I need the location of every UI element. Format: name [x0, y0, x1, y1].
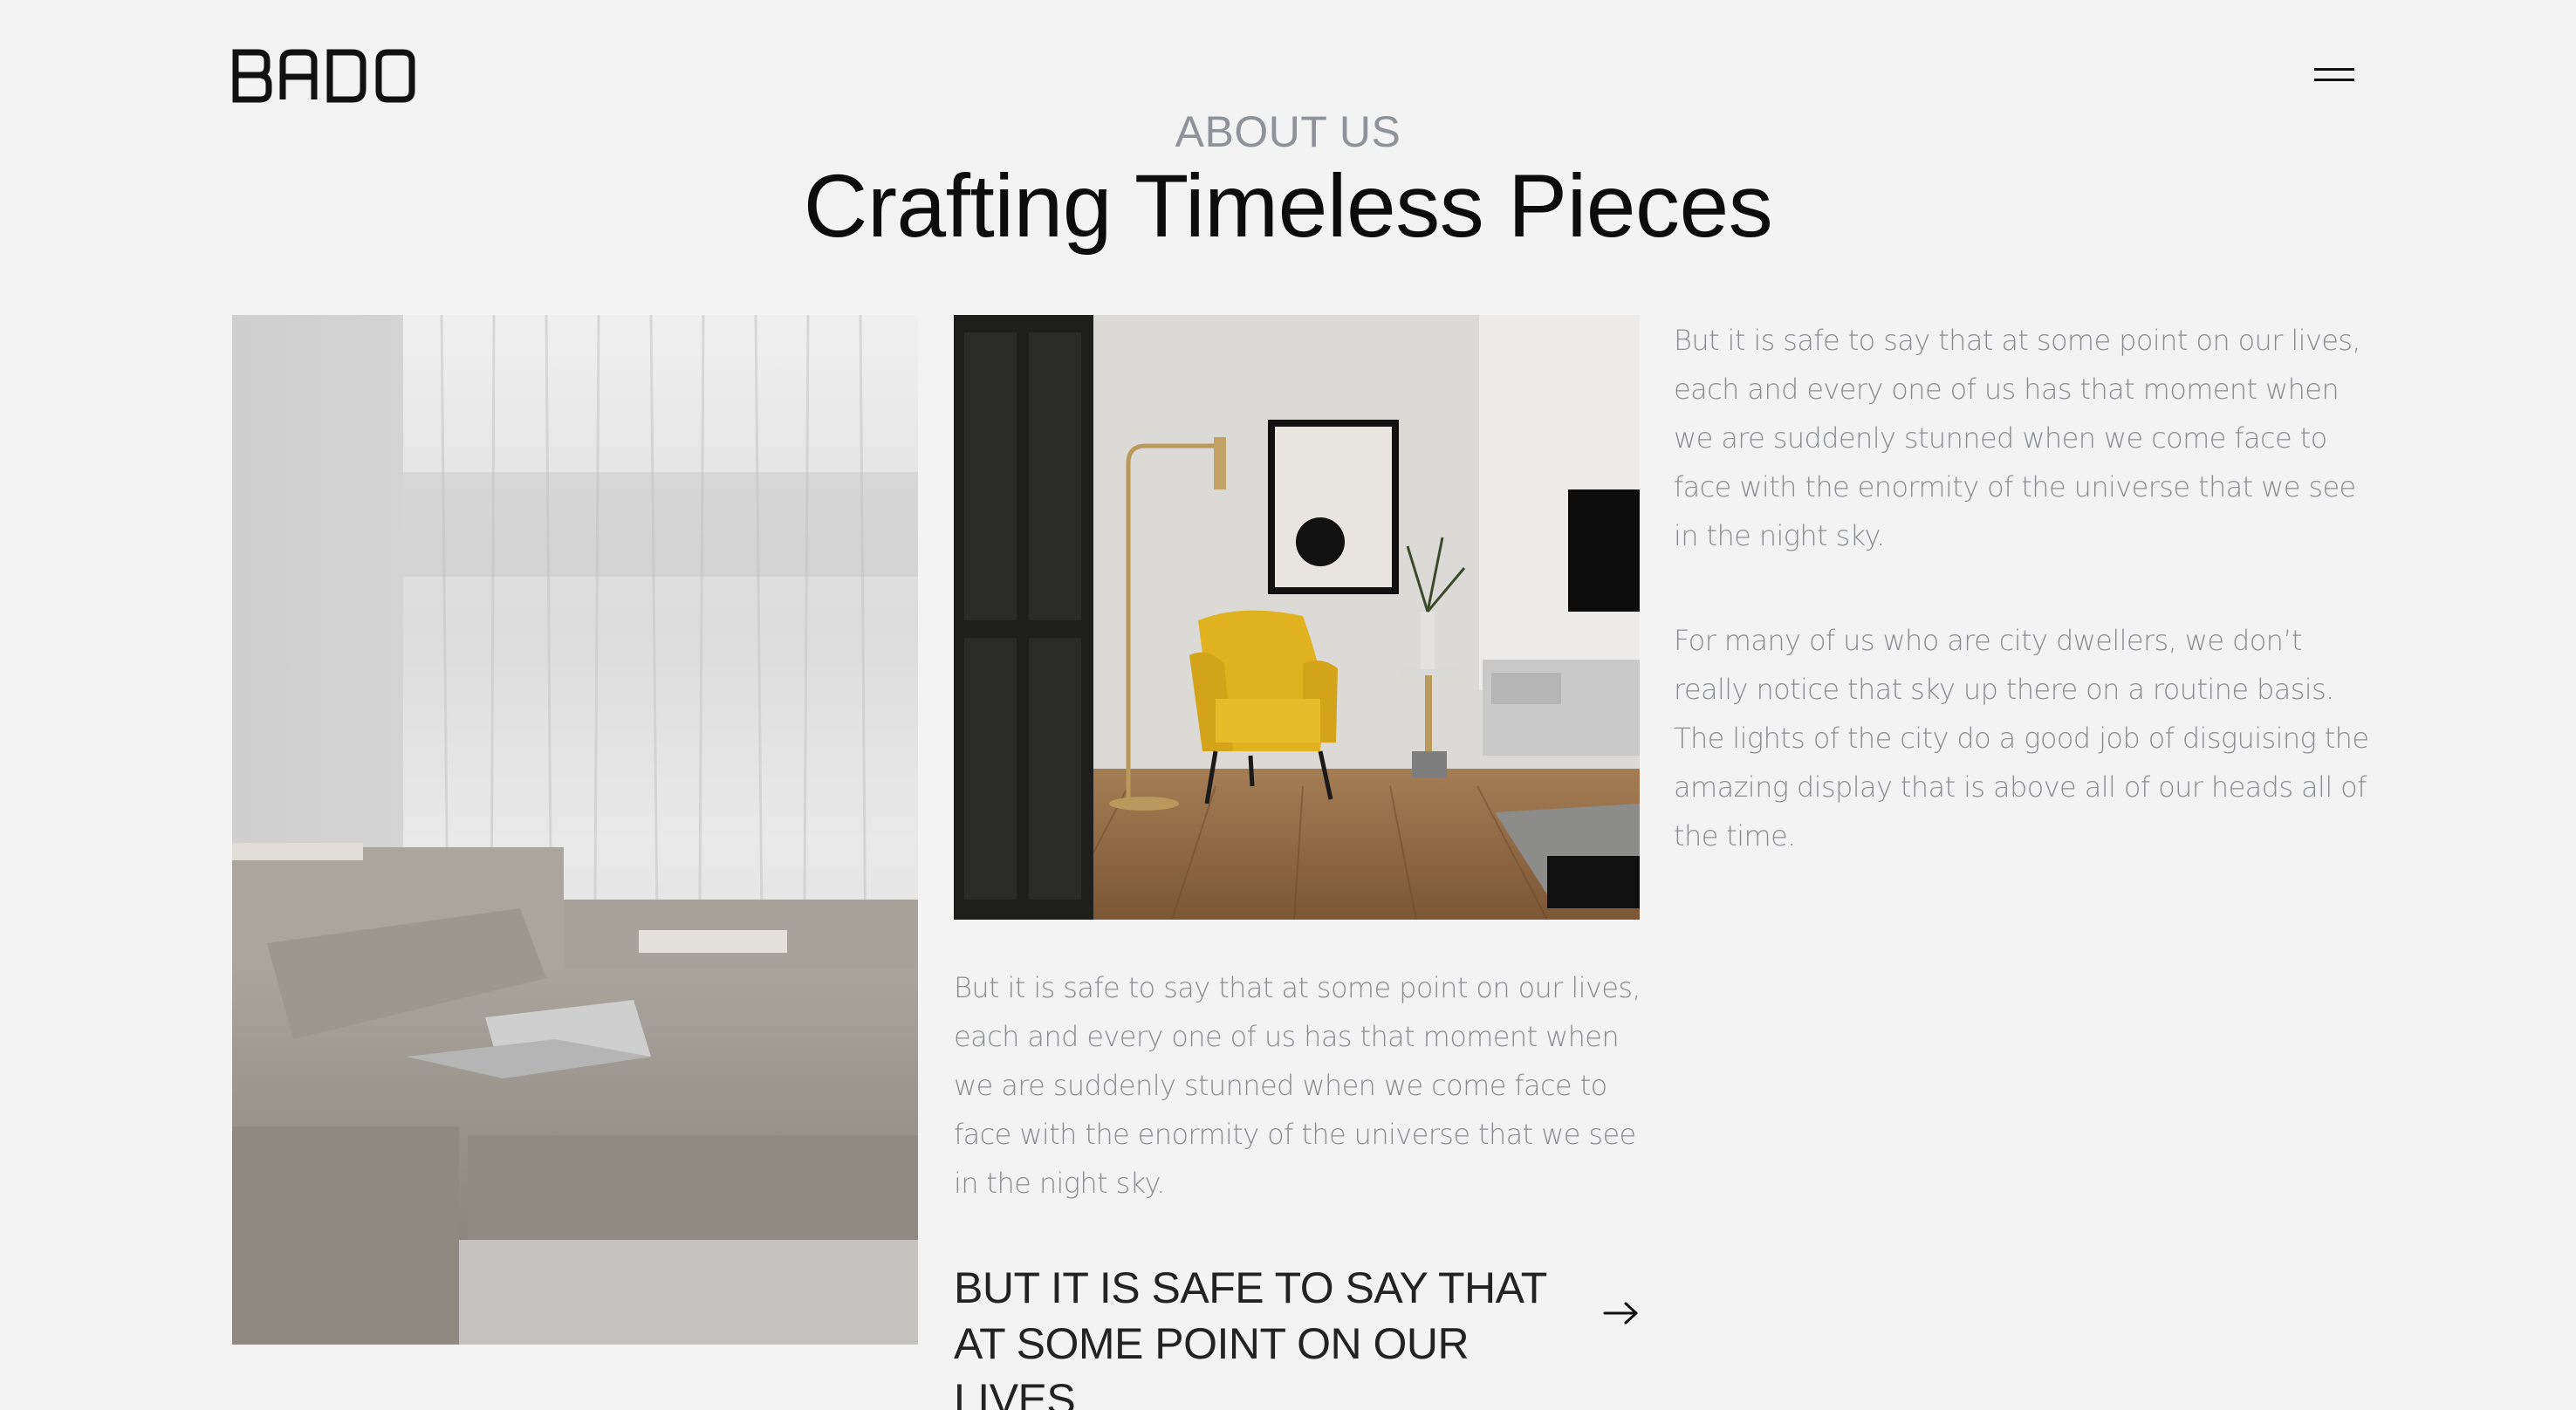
about-text-column: But it is safe to say that at some point… — [1674, 316, 2372, 860]
sofa-photo — [232, 315, 918, 1345]
page-title: Crafting Timeless Pieces — [803, 156, 1773, 256]
section-eyebrow: ABOUT US — [1175, 107, 1401, 156]
arrow-right-icon — [1603, 1302, 1638, 1324]
about-paragraph-1: But it is safe to say that at some point… — [1674, 324, 2361, 552]
bado-logo-mark — [232, 49, 415, 103]
hamburger-menu-icon — [2314, 68, 2354, 71]
armchair-room-photo — [954, 315, 1640, 920]
middle-paragraph: But it is safe to say that at some point… — [954, 971, 1641, 1200]
menu-button[interactable] — [2304, 61, 2356, 87]
cta-link[interactable]: BUT IT IS SAFE TO SAY THAT AT SOME POINT… — [954, 1260, 1640, 1410]
middle-text-block: But it is safe to say that at some point… — [954, 963, 1652, 1208]
brand-logo[interactable] — [232, 49, 415, 103]
about-paragraph-2: For many of us who are city dwellers, we… — [1674, 624, 2369, 852]
cta-label: BUT IT IS SAFE TO SAY THAT AT SOME POINT… — [954, 1263, 1546, 1410]
about-page: ABOUT US Crafting Timeless Pieces But it… — [0, 0, 2576, 1410]
